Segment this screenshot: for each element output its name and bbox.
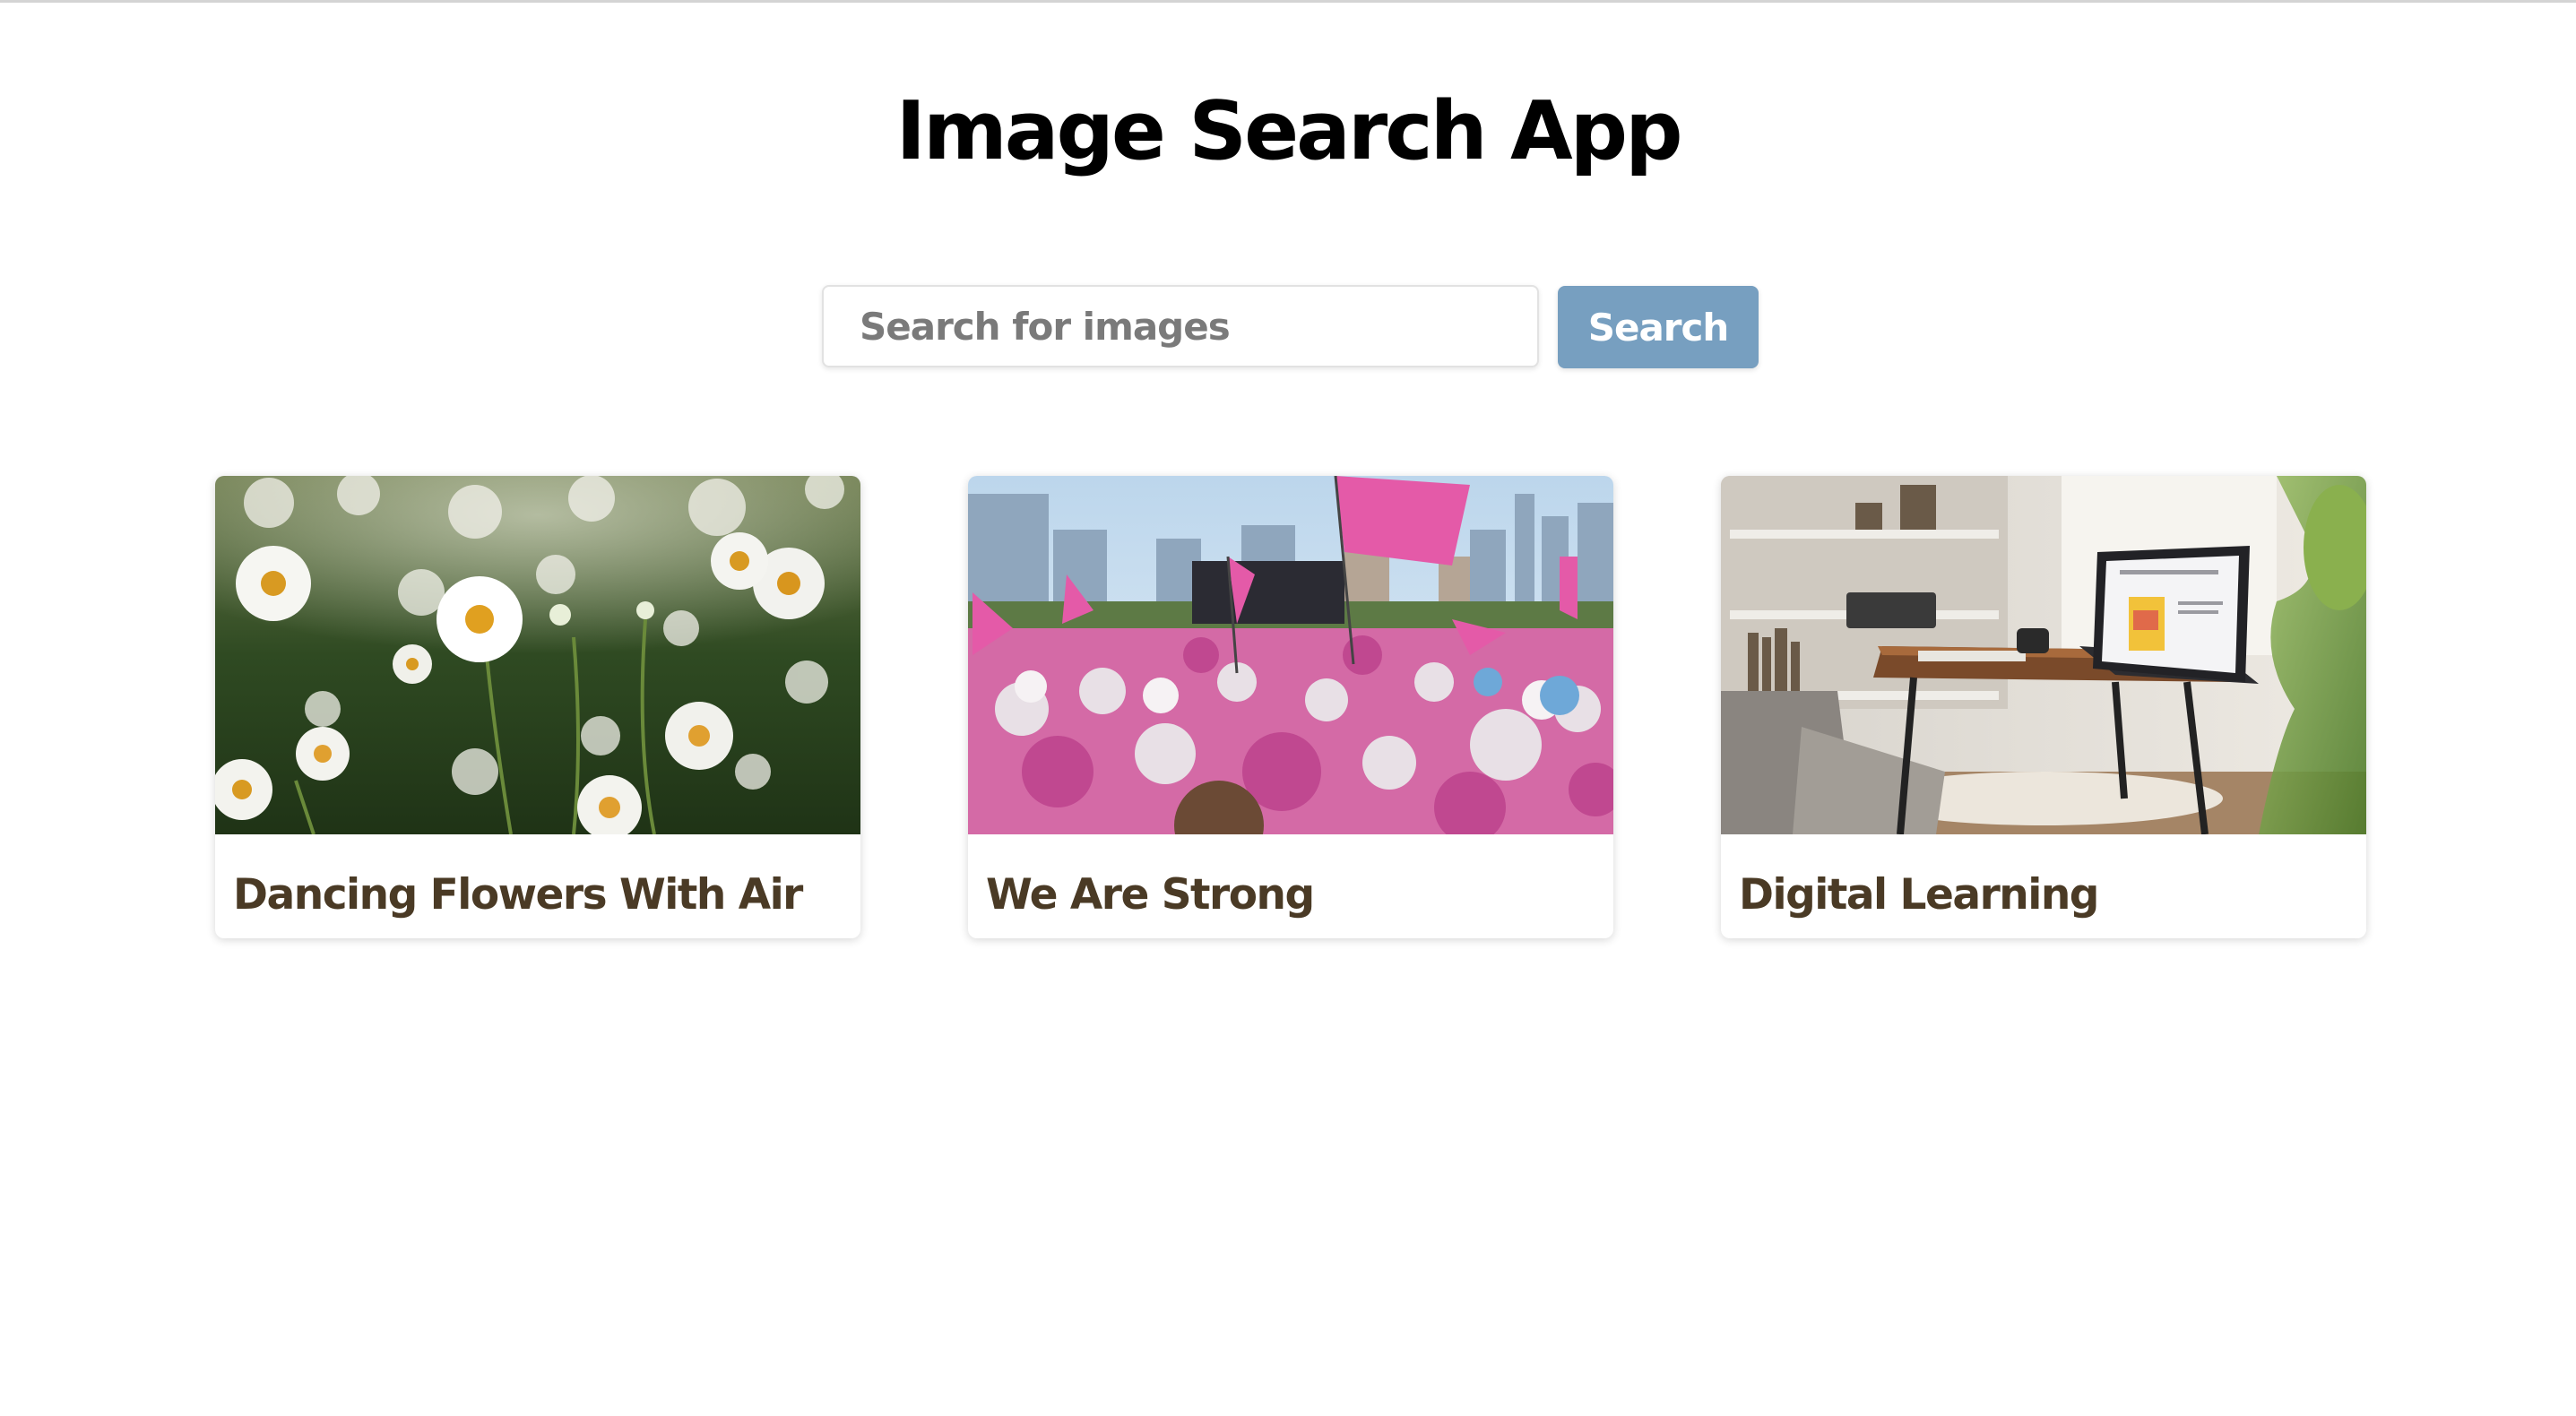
page-title: Image Search App	[895, 84, 1682, 178]
laptop-on-side-table-photo	[1721, 476, 2366, 834]
daisy-field-photo	[215, 476, 860, 834]
card-title: Digital Learning	[1739, 870, 2099, 920]
top-divider	[0, 0, 2576, 3]
search-button[interactable]: Search	[1558, 286, 1759, 368]
result-card[interactable]: Digital Learning	[1721, 476, 2366, 938]
result-card[interactable]: We Are Strong	[968, 476, 1613, 938]
pink-rally-crowd-photo	[968, 476, 1613, 834]
result-card[interactable]: Dancing Flowers With Air	[215, 476, 860, 938]
card-title: Dancing Flowers With Air	[233, 870, 803, 920]
search-input[interactable]	[822, 285, 1539, 367]
card-title: We Are Strong	[986, 870, 1315, 920]
